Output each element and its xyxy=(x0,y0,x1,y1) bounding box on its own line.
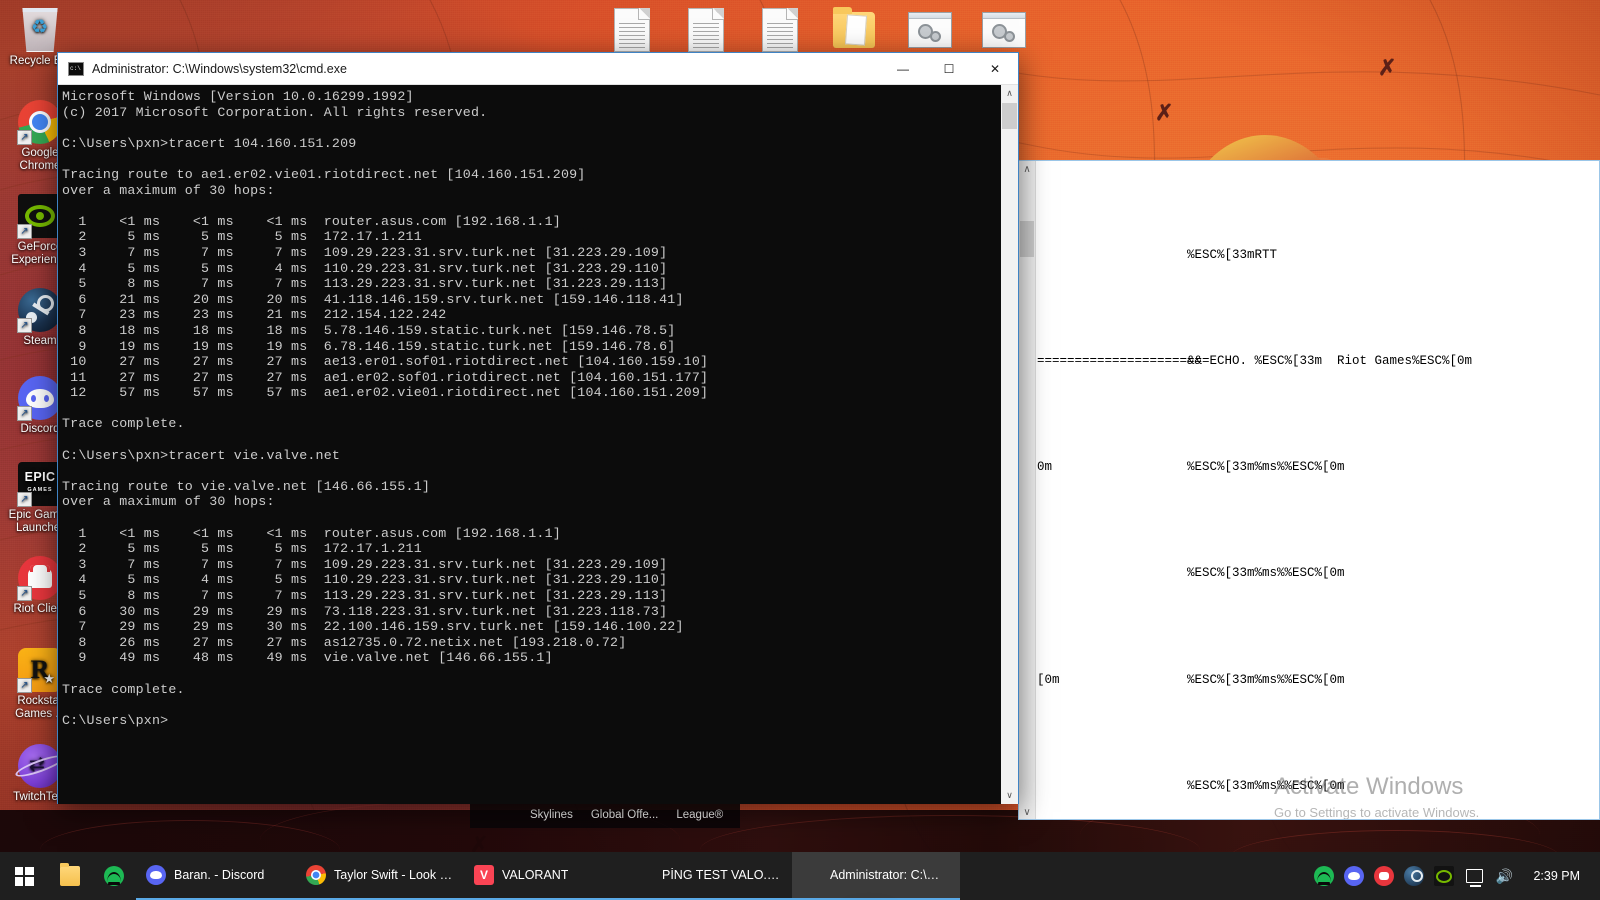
twitchtest-icon: ⇄ xyxy=(13,744,67,788)
taskbar-item-label: Taylor Swift - Look W... xyxy=(334,868,454,882)
taskbar-item-valorant[interactable]: V VALORANT xyxy=(464,852,624,900)
rockstar-games-icon: R ★ ↗ xyxy=(17,648,62,693)
notepad-line: 0m %ESC%[33m%ms%%ESC%[0m xyxy=(1037,460,1345,475)
chrome-icon: ↗ xyxy=(17,100,62,145)
notepad-line: [0m %ESC%[33m%ms%%ESC%[0m xyxy=(1037,672,1345,687)
application-icon xyxy=(982,12,1026,56)
cmd-window-title: Administrator: C:\Windows\system32\cmd.e… xyxy=(92,61,347,76)
taskbar-item-ping-test-bat[interactable]: PİNG TEST VALO.bat ... xyxy=(624,852,792,900)
desktop-icon-document-1[interactable] xyxy=(594,8,670,55)
cmd-title-bar[interactable]: Administrator: C:\Windows\system32\cmd.e… xyxy=(58,53,1018,85)
scroll-down-icon[interactable]: ∨ xyxy=(1006,787,1013,804)
steam-icon: ↗ xyxy=(17,288,62,333)
window-controls: — ☐ ✕ xyxy=(880,53,1018,85)
folder-icon xyxy=(832,7,876,56)
scroll-up-icon[interactable]: ∧ xyxy=(1023,161,1030,178)
taskbar-spacer xyxy=(960,852,1309,900)
taskbar-pin-spotify[interactable] xyxy=(92,852,136,900)
shortcut-arrow-icon: ↗ xyxy=(17,586,32,601)
shortcut-arrow-icon: ↗ xyxy=(17,224,32,239)
desktop-screen: ✗ ✗ ✗ ♻ Recycle Bin xyxy=(0,0,1600,900)
windows-logo-icon xyxy=(14,866,34,886)
tray-riot-icon[interactable] xyxy=(1369,866,1399,886)
chrome-icon xyxy=(306,865,326,885)
shortcut-arrow-icon: ↗ xyxy=(17,678,32,693)
scrollbar-thumb[interactable] xyxy=(1002,103,1017,129)
cmd-console-output: Microsoft Windows [Version 10.0.16299.19… xyxy=(62,89,709,728)
cmd-scrollbar[interactable]: ∧ ∨ xyxy=(1001,85,1018,804)
cmd-icon xyxy=(68,61,84,76)
close-button[interactable]: ✕ xyxy=(972,53,1018,85)
maximize-button[interactable]: ☐ xyxy=(926,53,972,85)
notepad-text-area[interactable]: %ESC%[33mRTT =======================&& E… xyxy=(1037,167,1599,819)
show-desktop-button[interactable] xyxy=(1592,852,1600,900)
background-taskbar-item[interactable]: Global Offe... xyxy=(591,809,659,821)
scrollbar-thumb[interactable] xyxy=(1020,221,1034,257)
epic-games-icon: EPIC GAMES ↗ xyxy=(17,462,62,507)
taskbar-item-cmd[interactable]: Administrator: C:\Wi... xyxy=(792,852,960,900)
discord-icon: ↗ xyxy=(17,376,62,421)
notepad-line: %ESC%[33mRTT xyxy=(1187,247,1278,262)
shortcut-arrow-icon: ↗ xyxy=(17,130,32,145)
tray-discord-icon[interactable] xyxy=(1339,866,1369,886)
background-taskbar-fragment: Skylines Global Offe... League® xyxy=(470,800,740,828)
taskbar-pin-file-explorer[interactable] xyxy=(48,852,92,900)
background-taskbar-item[interactable]: League® xyxy=(676,809,723,821)
taskbar-item-label: Administrator: C:\Wi... xyxy=(830,868,950,882)
cmd-console-body[interactable]: Microsoft Windows [Version 10.0.16299.19… xyxy=(58,85,1018,804)
document-icon xyxy=(610,8,654,52)
start-button[interactable] xyxy=(0,852,48,900)
background-taskbar-item[interactable]: Skylines xyxy=(530,809,573,821)
taskbar-item-label: PİNG TEST VALO.bat ... xyxy=(662,868,782,882)
tray-steam-icon[interactable] xyxy=(1399,866,1429,886)
scroll-down-icon[interactable]: ∨ xyxy=(1023,804,1030,819)
riot-client-icon: ↗ xyxy=(17,556,62,601)
volume-icon[interactable]: 🔊 xyxy=(1489,869,1519,883)
tray-nvidia-icon[interactable] xyxy=(1429,866,1459,886)
shortcut-arrow-icon: ↗ xyxy=(17,406,32,421)
system-tray: 🔊 xyxy=(1309,852,1525,900)
document-icon xyxy=(758,8,802,52)
tray-spotify-icon[interactable] xyxy=(1309,866,1339,886)
desktop-icon-document-2[interactable] xyxy=(668,8,744,55)
notepad-line: %ESC%[33m%ms%%ESC%[0m xyxy=(1187,566,1345,581)
document-icon xyxy=(684,8,728,52)
notepad-window[interactable]: ∧ ∨ %ESC%[33mRTT =======================… xyxy=(1018,160,1600,820)
network-icon[interactable] xyxy=(1459,869,1489,887)
shortcut-arrow-icon: ↗ xyxy=(17,318,32,333)
geforce-experience-icon: ↗ xyxy=(17,194,62,239)
taskbar-item-label: VALORANT xyxy=(502,868,569,882)
taskbar-item-discord[interactable]: Baran. - Discord xyxy=(136,852,296,900)
desktop-icon-document-3[interactable] xyxy=(742,8,818,55)
application-icon xyxy=(908,12,952,56)
taskbar-item-label: Baran. - Discord xyxy=(174,868,265,882)
shortcut-arrow-icon: ↗ xyxy=(17,492,32,507)
cmd-window[interactable]: Administrator: C:\Windows\system32\cmd.e… xyxy=(57,52,1019,804)
taskbar-item-chrome[interactable]: Taylor Swift - Look W... xyxy=(296,852,464,900)
taskbar-clock[interactable]: 2:39 PM xyxy=(1525,852,1592,900)
discord-icon xyxy=(146,865,166,885)
folder-icon xyxy=(60,863,80,886)
scroll-up-icon[interactable]: ∧ xyxy=(1006,85,1013,102)
wallpaper-x-mark: ✗ xyxy=(1378,55,1397,80)
recycle-bin-icon: ♻ xyxy=(18,8,62,52)
spotify-icon xyxy=(104,866,124,886)
notepad-line: =======================&& ECHO. %ESC%[33… xyxy=(1037,354,1473,369)
notepad-line: %ESC%[33m%ms%%ESC%[0m xyxy=(1187,778,1345,793)
windows-taskbar: Baran. - Discord Taylor Swift - Look W..… xyxy=(0,852,1600,900)
valorant-icon: V xyxy=(474,865,494,885)
notepad-scrollbar[interactable]: ∧ ∨ xyxy=(1019,161,1036,819)
minimize-button[interactable]: — xyxy=(880,53,926,85)
